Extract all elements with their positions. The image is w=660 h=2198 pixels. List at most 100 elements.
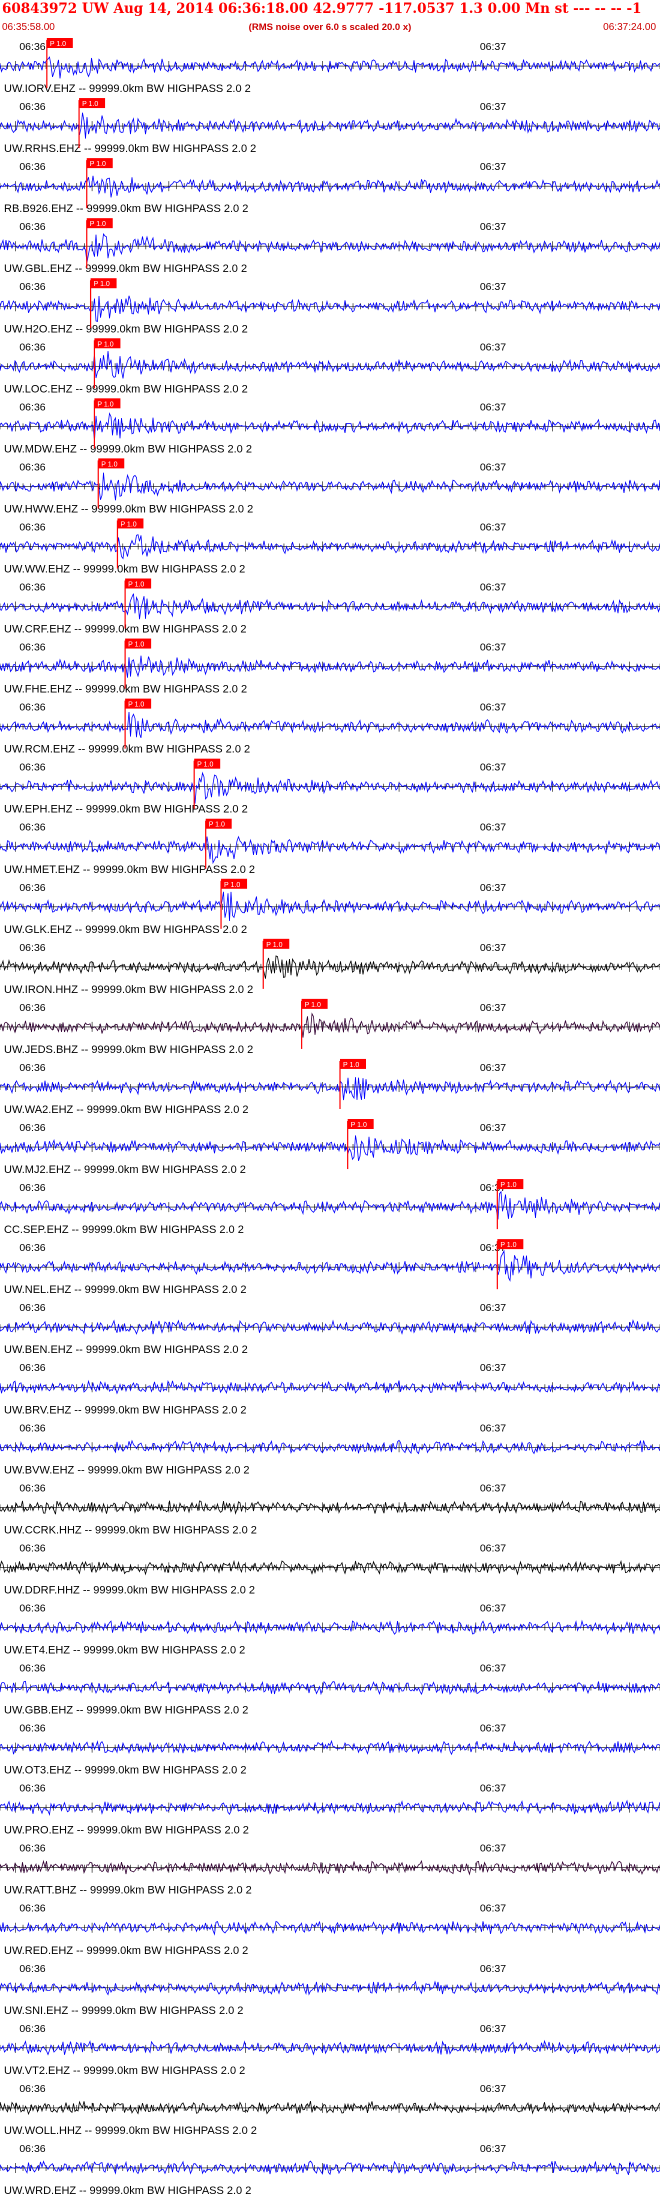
event-title: 60843972 UW Aug 14, 2014 06:36:18.00 42.… bbox=[2, 1, 642, 17]
minute-label: 06:36 bbox=[19, 1843, 45, 1855]
minute-label: 06:37 bbox=[480, 2143, 506, 2155]
pick-label: P 1.0 bbox=[343, 1062, 359, 1069]
waveform bbox=[0, 835, 660, 865]
minute-label: 06:37 bbox=[480, 1302, 506, 1314]
station-label: UW.PRO.EHZ -- 99999.0km BW HIGHPASS 2.0 … bbox=[4, 1825, 249, 1837]
minute-label: 06:37 bbox=[480, 1062, 506, 1074]
minute-label: 06:37 bbox=[480, 1903, 506, 1915]
minute-label: 06:37 bbox=[480, 1602, 506, 1614]
pick-label: P 1.0 bbox=[128, 642, 144, 649]
minute-label: 06:37 bbox=[480, 582, 506, 594]
minute-label: 06:36 bbox=[19, 101, 45, 113]
station-row: 06:36 06:37 RB.B926.EHZ -- 99999.0km BW HI… bbox=[0, 158, 660, 215]
pick-label: P 1.0 bbox=[266, 942, 282, 949]
station-label: UW.RCM.EHZ -- 99999.0km BW HIGHPASS 2.0 … bbox=[4, 744, 250, 756]
station-row: 06:36 06:37 UW.JEDS.BHZ -- 99999.0km BW HI… bbox=[0, 998, 660, 1056]
station-row: 06:36 06:37 UW.DDRF.HHZ -- 99999.0km BW HI… bbox=[0, 1542, 660, 1596]
minute-label: 06:37 bbox=[480, 1663, 506, 1675]
station-row: 06:36 06:37 UW.OT3.EHZ -- 99999.0km BW HIG… bbox=[0, 1723, 660, 1777]
station-row: 06:36 06:37 UW.PRO.EHZ -- 99999.0km BW HIG… bbox=[0, 1783, 660, 1837]
station-row: 06:36 06:37 UW.WA2.EHZ -- 99999.0km BW HIG… bbox=[0, 1058, 660, 1116]
minute-label: 06:36 bbox=[19, 1302, 45, 1314]
station-label: UW.H2O.EHZ -- 99999.0km BW HIGHPASS 2.0 … bbox=[4, 323, 248, 335]
minute-label: 06:37 bbox=[480, 1422, 506, 1434]
pick-label: P 1.0 bbox=[305, 1002, 321, 1009]
station-row: 06:36 06:37 UW.IORV.EHZ -- 99999.0km BW HI… bbox=[0, 38, 660, 95]
minute-label: 06:36 bbox=[19, 1602, 45, 1614]
station-row: 06:36 06:37 UW.GBL.EHZ -- 99999.0km BW HIG… bbox=[0, 218, 660, 275]
minute-label: 06:37 bbox=[480, 221, 506, 233]
minute-label: 06:36 bbox=[19, 1663, 45, 1675]
minute-label: 06:37 bbox=[480, 1122, 506, 1134]
station-label: UW.RATT.BHZ -- 99999.0km BW HIGHPASS 2.0… bbox=[4, 1885, 252, 1897]
station-row: 06:36 06:37 UW.IRON.HHZ -- 99999.0km BW HI… bbox=[0, 938, 660, 996]
station-row: 06:36 06:37 UW.RATT.BHZ -- 99999.0km BW HI… bbox=[0, 1843, 660, 1897]
minute-label: 06:37 bbox=[480, 101, 506, 113]
station-label: UW.MJ2.EHZ -- 99999.0km BW HIGHPASS 2.0 … bbox=[4, 1164, 246, 1176]
station-label: UW.GBL.EHZ -- 99999.0km BW HIGHPASS 2.0 … bbox=[4, 263, 247, 275]
minute-label: 06:37 bbox=[480, 942, 506, 954]
minute-label: 06:36 bbox=[19, 642, 45, 654]
minute-label: 06:36 bbox=[19, 1542, 45, 1554]
minute-label: 06:36 bbox=[19, 1903, 45, 1915]
station-label: UW.LOC.EHZ -- 99999.0km BW HIGHPASS 2.0 … bbox=[4, 383, 248, 395]
station-label: UW.HWW.EHZ -- 99999.0km BW HIGHPASS 2.0 … bbox=[4, 503, 253, 515]
minute-label: 06:36 bbox=[19, 2083, 45, 2095]
station-label: UW.OT3.EHZ -- 99999.0km BW HIGHPASS 2.0 … bbox=[4, 1765, 246, 1777]
station-label: UW.JEDS.BHZ -- 99999.0km BW HIGHPASS 2.0… bbox=[4, 1044, 253, 1056]
minute-label: 06:37 bbox=[480, 461, 506, 473]
minute-label: 06:36 bbox=[19, 882, 45, 894]
minute-label: 06:37 bbox=[480, 2083, 506, 2095]
station-row: 06:36 06:37 UW.ET4.EHZ -- 99999.0km BW HIG… bbox=[0, 1602, 660, 1657]
minute-label: 06:37 bbox=[480, 882, 506, 894]
minute-label: 06:37 bbox=[480, 281, 506, 293]
minute-label: 06:36 bbox=[19, 341, 45, 353]
pick-label: P 1.0 bbox=[197, 762, 213, 769]
minute-label: 06:37 bbox=[480, 2023, 506, 2035]
station-row: 06:36 06:37 UW.WRD.EHZ -- 99999.0km BW HIG… bbox=[0, 2143, 660, 2197]
station-label: UW.BEN.EHZ -- 99999.0km BW HIGHPASS 2.0 … bbox=[4, 1344, 248, 1356]
minute-label: 06:36 bbox=[19, 1723, 45, 1735]
minute-label: 06:37 bbox=[480, 1482, 506, 1494]
pick-label: P 1.0 bbox=[50, 41, 66, 48]
minute-label: 06:37 bbox=[480, 1843, 506, 1855]
minute-label: 06:36 bbox=[19, 1122, 45, 1134]
minute-label: 06:36 bbox=[19, 161, 45, 173]
station-row: 06:36 06:37 UW.BEN.EHZ -- 99999.0km BW HIG… bbox=[0, 1302, 660, 1356]
waveform bbox=[0, 1439, 660, 1455]
pick-label: P 1.0 bbox=[97, 401, 113, 408]
station-label: RB.B926.EHZ -- 99999.0km BW HIGHPASS 2.0… bbox=[4, 203, 248, 215]
station-label: UW.WRD.EHZ -- 99999.0km BW HIGHPASS 2.0 … bbox=[4, 2185, 251, 2197]
station-row: 06:36 06:37 UW.CCRK.HHZ -- 99999.0km BW HI… bbox=[0, 1482, 660, 1536]
station-label: UW.GBB.EHZ -- 99999.0km BW HIGHPASS 2.0 … bbox=[4, 1705, 248, 1717]
minute-label: 06:36 bbox=[19, 1062, 45, 1074]
station-label: UW.WW.EHZ -- 99999.0km BW HIGHPASS 2.0 2 bbox=[4, 564, 245, 576]
minute-label: 06:36 bbox=[19, 2023, 45, 2035]
minute-label: 06:36 bbox=[19, 582, 45, 594]
station-row: 06:36 06:37 UW.GLK.EHZ -- 99999.0km BW HIG… bbox=[0, 878, 660, 936]
station-row: 06:36 06:37 UW.LOC.EHZ -- 99999.0km BW HIG… bbox=[0, 338, 660, 395]
pick-label: P 1.0 bbox=[128, 702, 144, 709]
station-label: UW.NEL.EHZ -- 99999.0km BW HIGHPASS 2.0 … bbox=[4, 1284, 246, 1296]
minute-label: 06:37 bbox=[480, 341, 506, 353]
minute-label: 06:36 bbox=[19, 221, 45, 233]
station-row: 06:36 06:37 UW.BRV.EHZ -- 99999.0km BW HIG… bbox=[0, 1362, 660, 1416]
minute-label: 06:36 bbox=[19, 1002, 45, 1014]
minute-label: 06:36 bbox=[19, 1482, 45, 1494]
waveform bbox=[0, 891, 660, 922]
minute-label: 06:37 bbox=[480, 642, 506, 654]
minute-label: 06:36 bbox=[19, 281, 45, 293]
station-row: 06:36 06:37 UW.HMET.EHZ -- 99999.0km BW HI… bbox=[0, 818, 660, 876]
station-label: UW.ET4.EHZ -- 99999.0km BW HIGHPASS 2.0 … bbox=[4, 1645, 245, 1657]
station-label: UW.RED.EHZ -- 99999.0km BW HIGHPASS 2.0 … bbox=[4, 1945, 248, 1957]
pick-label: P 1.0 bbox=[500, 1182, 516, 1189]
pick-label: P 1.0 bbox=[224, 882, 240, 889]
minute-label: 06:36 bbox=[19, 401, 45, 413]
minute-label: 06:36 bbox=[19, 942, 45, 954]
station-label: UW.RRHS.EHZ -- 99999.0km BW HIGHPASS 2.0… bbox=[4, 143, 256, 155]
station-row: 06:36 06:37 UW.RED.EHZ -- 99999.0km BW HIG… bbox=[0, 1903, 660, 1957]
minute-label: 06:37 bbox=[480, 702, 506, 714]
minute-label: 06:36 bbox=[19, 461, 45, 473]
minute-label: 06:36 bbox=[19, 1783, 45, 1795]
minute-label: 06:36 bbox=[19, 2143, 45, 2155]
